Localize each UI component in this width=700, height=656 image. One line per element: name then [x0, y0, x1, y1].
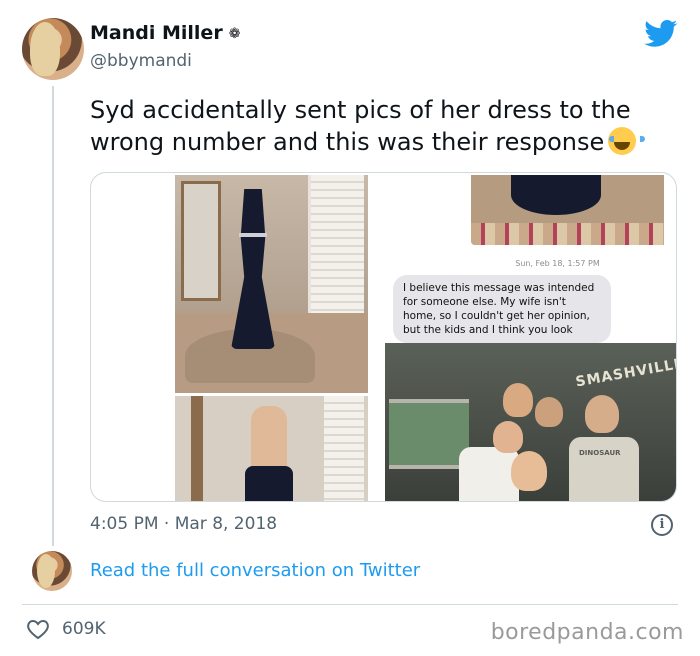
verified-icon: ❁ — [228, 26, 241, 42]
wall-sign: SMASHVILLE — [574, 355, 677, 391]
info-icon[interactable]: i — [651, 514, 673, 536]
watermark: boredpanda.com — [490, 620, 684, 645]
like-count[interactable]: 609K — [62, 619, 106, 639]
face-with-tears-of-joy-icon — [608, 127, 646, 155]
dress-back-photo[interactable] — [175, 396, 368, 501]
author-name-text[interactable]: Mandi Miller — [90, 22, 223, 44]
shirt-print: DINOSAUR — [579, 449, 621, 457]
tweet-text-body: Syd accidentally sent pics of her dress … — [90, 96, 631, 156]
kids-photo[interactable]: SMASHVILLE DINOSAUR — [385, 343, 677, 501]
author-handle[interactable]: @bbymandi — [90, 51, 192, 71]
reply-avatar[interactable] — [32, 551, 72, 591]
author-avatar[interactable] — [22, 18, 84, 80]
read-conversation-link[interactable]: Read the full conversation on Twitter — [90, 560, 420, 581]
divider — [22, 604, 678, 605]
thread-line — [52, 86, 54, 546]
heart-icon[interactable] — [26, 618, 50, 640]
twitter-bird-icon[interactable] — [644, 20, 678, 48]
tweet-text: Syd accidentally sent pics of her dress … — [90, 94, 685, 158]
author-name[interactable]: Mandi Miller ❁ — [90, 22, 240, 44]
media-attachment[interactable]: Sun, Feb 18, 1:57 PM I believe this mess… — [90, 172, 677, 502]
tweet-timestamp[interactable]: 4:05 PM · Mar 8, 2018 — [90, 514, 277, 534]
dress-skirt-photo[interactable] — [471, 175, 664, 245]
message-date: Sun, Feb 18, 1:57 PM — [515, 259, 600, 268]
message-bubble: I believe this message was intended for … — [393, 275, 611, 343]
dress-front-photo[interactable] — [175, 175, 368, 393]
